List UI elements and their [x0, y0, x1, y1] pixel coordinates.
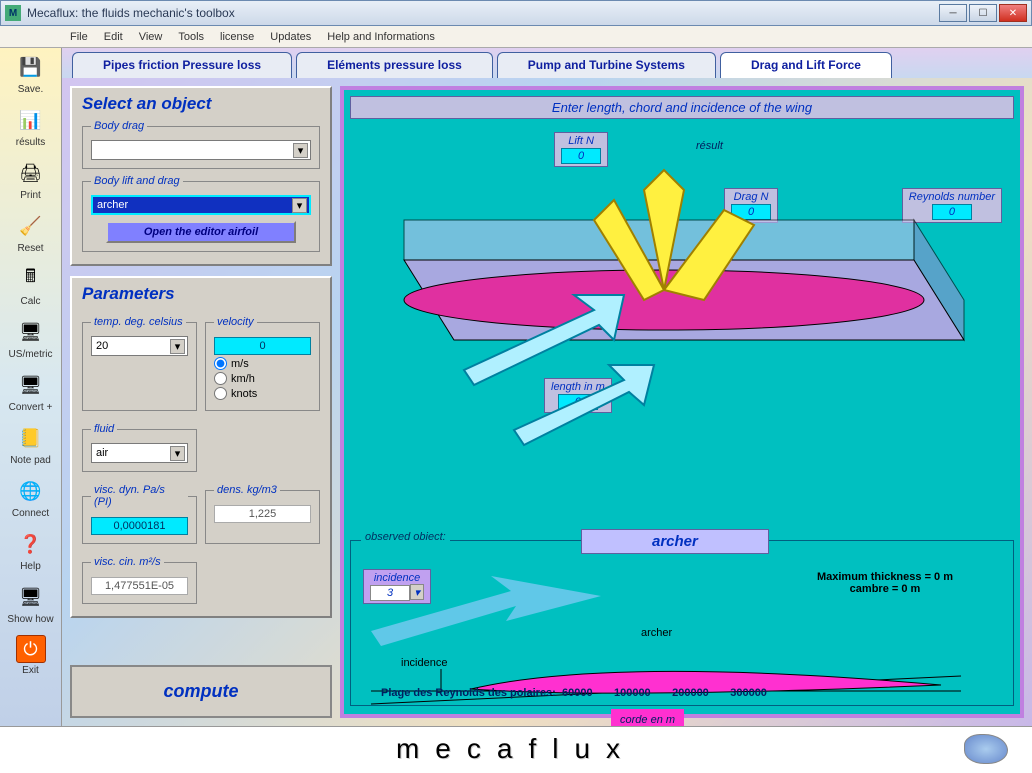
tool-note-pad[interactable]: 📒Note pad [4, 423, 58, 466]
close-button[interactable]: ✕ [999, 4, 1027, 22]
compute-button[interactable]: compute [70, 665, 332, 718]
body-drag-combo[interactable]: ▾ [91, 140, 311, 160]
observed-object-name: archer [581, 529, 769, 554]
velocity-input[interactable]: 0 [214, 337, 311, 355]
fluid-fieldset: fluid air ▾ [82, 423, 197, 472]
viz-header: Enter length, chord and incidence of the… [350, 96, 1014, 119]
unit-knots-radio[interactable] [214, 387, 227, 400]
tab-pump-turbine[interactable]: Pump and Turbine Systems [497, 52, 716, 78]
menu-help[interactable]: Help and Informations [327, 31, 435, 43]
select-object-title: Select an object [82, 94, 320, 114]
temp-fieldset: temp. deg. celsius 20 ▾ [82, 316, 197, 411]
exit-icon: ⏻ [16, 635, 46, 663]
observed-object-area: observed obiect: archer incidence 3 ▾ Ma… [350, 540, 1014, 706]
chevron-down-icon: ▾ [293, 143, 308, 158]
footer-logo: mecaflux [396, 733, 636, 765]
parameters-panel: Parameters temp. deg. celsius 20 ▾ veloc… [70, 276, 332, 618]
tool-show-how[interactable]: 🖥Show how [4, 582, 58, 625]
unit-ms-radio[interactable] [214, 357, 227, 370]
body-drag-legend: Body drag [91, 120, 147, 132]
visualization-area: Enter length, chord and incidence of the… [340, 86, 1024, 718]
menu-file[interactable]: File [70, 31, 88, 43]
note pad-icon: 📒 [14, 423, 48, 453]
chevron-down-icon: ▾ [170, 339, 185, 354]
menu-updates[interactable]: Updates [270, 31, 311, 43]
body-lift-combo[interactable]: archer ▾ [91, 195, 311, 215]
show how-icon: 🖥 [14, 582, 48, 612]
body-lift-fieldset: Body lift and drag archer ▾ Open the edi… [82, 175, 320, 252]
menu-license[interactable]: license [220, 31, 254, 43]
tool-exit[interactable]: ⏻Exit [4, 635, 58, 676]
us/metric-icon: 🖥 [14, 317, 48, 347]
minimize-button[interactable]: ─ [939, 4, 967, 22]
titlebar: M Mecaflux: the fluids mechanic's toolbo… [0, 0, 1032, 26]
tool-reset[interactable]: 🧹Reset [4, 211, 58, 254]
app-icon: M [5, 5, 21, 21]
menu-edit[interactable]: Edit [104, 31, 123, 43]
tab-drag-lift[interactable]: Drag and Lift Force [720, 52, 892, 78]
select-object-panel: Select an object Body drag ▾ Body lift a… [70, 86, 332, 266]
menu-bar: File Edit View Tools license Updates Hel… [0, 26, 1032, 48]
résults-icon: 📊 [14, 105, 48, 135]
chevron-down-icon: ▾ [292, 198, 307, 213]
chevron-down-icon: ▾ [170, 446, 185, 461]
parameters-title: Parameters [82, 284, 320, 304]
footer-icon [964, 734, 1008, 764]
fluid-combo[interactable]: air ▾ [91, 443, 188, 463]
unit-kmh-radio[interactable] [214, 372, 227, 385]
observed-object-label: observed obiect: [361, 531, 450, 543]
tool-convert-[interactable]: 🖥Convert + [4, 370, 58, 413]
tool-help[interactable]: ❓Help [4, 529, 58, 572]
visc-dyn-value: 0,0000181 [91, 517, 188, 535]
reynolds-range: Plage des Reynolds des polaires: 60000 1… [381, 687, 767, 699]
tab-bar: Pipes friction Pressure loss Eléments pr… [62, 48, 1032, 78]
tool-print[interactable]: 🖨Print [4, 158, 58, 201]
density-fieldset: dens. kg/m3 1,225 [205, 484, 320, 544]
wing-3d-illustration [364, 150, 984, 460]
velocity-fieldset: velocity 0 m/s km/h knots [205, 316, 320, 411]
help-icon: ❓ [14, 529, 48, 559]
reset-icon: 🧹 [14, 211, 48, 241]
tool-save-[interactable]: 💾Save. [4, 52, 58, 95]
tool-calc[interactable]: 🖩Calc [4, 264, 58, 307]
visc-cin-value: 1,477551E-05 [91, 577, 188, 595]
visc-cin-fieldset: visc. cin. m²/s 1,477551E-05 [82, 556, 197, 604]
save.-icon: 💾 [14, 52, 48, 82]
visc-dyn-fieldset: visc. dyn. Pa/s (PI) 0,0000181 [82, 484, 197, 544]
body-drag-fieldset: Body drag ▾ [82, 120, 320, 169]
tool-connect[interactable]: 🌐Connect [4, 476, 58, 519]
menu-tools[interactable]: Tools [178, 31, 204, 43]
convert +-icon: 🖥 [14, 370, 48, 400]
maximize-button[interactable]: ☐ [969, 4, 997, 22]
footer: mecaflux [0, 726, 1032, 770]
window-title: Mecaflux: the fluids mechanic's toolbox [27, 6, 939, 20]
body-lift-legend: Body lift and drag [91, 175, 183, 187]
tool-r-sults[interactable]: 📊résults [4, 105, 58, 148]
tab-pipes-friction[interactable]: Pipes friction Pressure loss [72, 52, 292, 78]
print-icon: 🖨 [14, 158, 48, 188]
tool-us-metric[interactable]: 🖥US/metric [4, 317, 58, 360]
side-toolbar: 💾Save. 📊résults 🖨Print 🧹Reset 🖩Calc 🖥US/metri… [0, 48, 62, 726]
tab-elements-pressure[interactable]: Eléments pressure loss [296, 52, 493, 78]
calc-icon: 🖩 [14, 264, 48, 294]
connect-icon: 🌐 [14, 476, 48, 506]
menu-view[interactable]: View [139, 31, 163, 43]
density-value: 1,225 [214, 505, 311, 523]
temp-combo[interactable]: 20 ▾ [91, 336, 188, 356]
open-editor-airfoil-button[interactable]: Open the editor airfoil [106, 221, 296, 243]
